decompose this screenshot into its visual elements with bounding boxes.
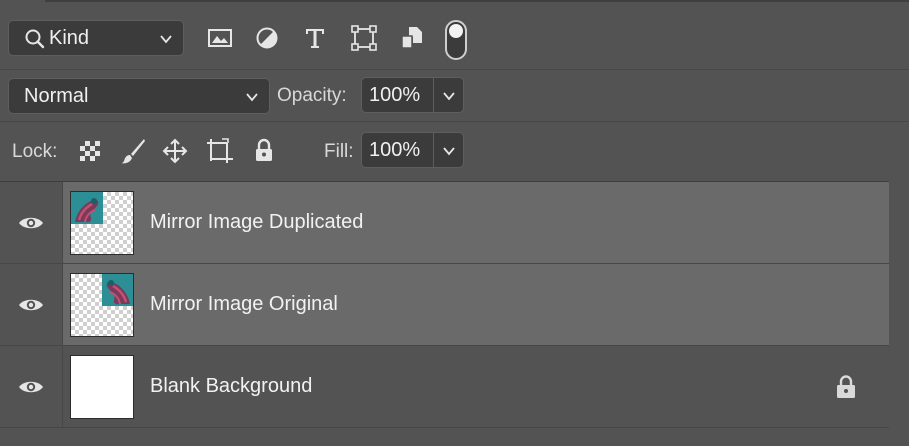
thumbnail-artwork <box>102 274 133 306</box>
layer-thumbnail <box>70 355 134 419</box>
layer-visibility-toggle[interactable] <box>0 346 63 427</box>
image-filter-icon[interactable] <box>204 22 236 54</box>
lock-position-move-icon[interactable] <box>160 136 190 166</box>
chevron-down-icon <box>160 35 172 44</box>
opacity-field[interactable]: 100% <box>361 77 464 113</box>
blend-mode-dropdown[interactable]: Normal <box>8 78 270 114</box>
opacity-label: Opacity: <box>277 85 347 106</box>
blend-mode-label: Normal <box>24 84 89 107</box>
lock-all-icon[interactable] <box>249 136 279 166</box>
eye-icon <box>19 217 43 228</box>
filter-toggle-switch[interactable] <box>445 20 467 60</box>
layer-name[interactable]: Blank Background <box>150 375 312 398</box>
layer-thumbnail <box>70 191 134 255</box>
layers-empty-area <box>0 429 889 446</box>
opacity-value[interactable]: 100% <box>362 84 434 107</box>
layer-visibility-toggle[interactable] <box>0 264 63 345</box>
search-icon <box>25 29 45 49</box>
fill-value[interactable]: 100% <box>362 139 434 162</box>
fill-dropdown-button[interactable] <box>433 133 463 167</box>
type-filter-icon[interactable] <box>299 22 331 54</box>
lock-image-pixels-brush-icon[interactable] <box>118 136 148 166</box>
lock-label: Lock: <box>12 141 58 162</box>
kind-filter-dropdown[interactable]: Kind <box>8 20 184 56</box>
thumbnail-artwork <box>71 192 103 224</box>
layer-visibility-toggle[interactable] <box>0 182 63 263</box>
layer-name[interactable]: Mirror Image Original <box>150 293 338 316</box>
chevron-down-icon <box>443 147 455 156</box>
eye-icon <box>19 381 43 392</box>
eye-icon <box>19 299 43 310</box>
adjustment-filter-icon[interactable] <box>251 22 283 54</box>
layer-row-mirror-image-duplicated[interactable]: Mirror Image Duplicated <box>0 182 889 264</box>
layer-row-blank-background[interactable]: Blank Background <box>0 346 889 428</box>
layer-lock-icon[interactable] <box>834 374 858 400</box>
opacity-dropdown-button[interactable] <box>433 78 463 112</box>
toggle-knob <box>449 24 463 38</box>
layers-scroll-gutter <box>889 181 909 446</box>
fill-field[interactable]: 100% <box>361 132 464 168</box>
shape-filter-icon[interactable] <box>348 22 380 54</box>
smart-object-filter-icon[interactable] <box>396 22 428 54</box>
lock-row: Lock: Fill: 100% <box>0 121 909 181</box>
blend-row: Normal Opacity: 100% <box>0 69 909 121</box>
layers-list: Mirror Image Duplicated Mirror Image Ori… <box>0 181 909 446</box>
layer-name[interactable]: Mirror Image Duplicated <box>150 211 363 234</box>
lock-artboard-icon[interactable] <box>205 136 235 166</box>
kind-filter-label: Kind <box>49 26 90 49</box>
lock-transparent-pixels-icon[interactable] <box>75 136 105 166</box>
filter-row: Kind <box>0 2 909 69</box>
layer-row-mirror-image-original[interactable]: Mirror Image Original <box>0 264 889 346</box>
layer-thumbnail <box>70 273 134 337</box>
chevron-down-icon <box>443 92 455 101</box>
fill-label: Fill: <box>324 141 354 162</box>
chevron-down-icon <box>246 93 258 102</box>
